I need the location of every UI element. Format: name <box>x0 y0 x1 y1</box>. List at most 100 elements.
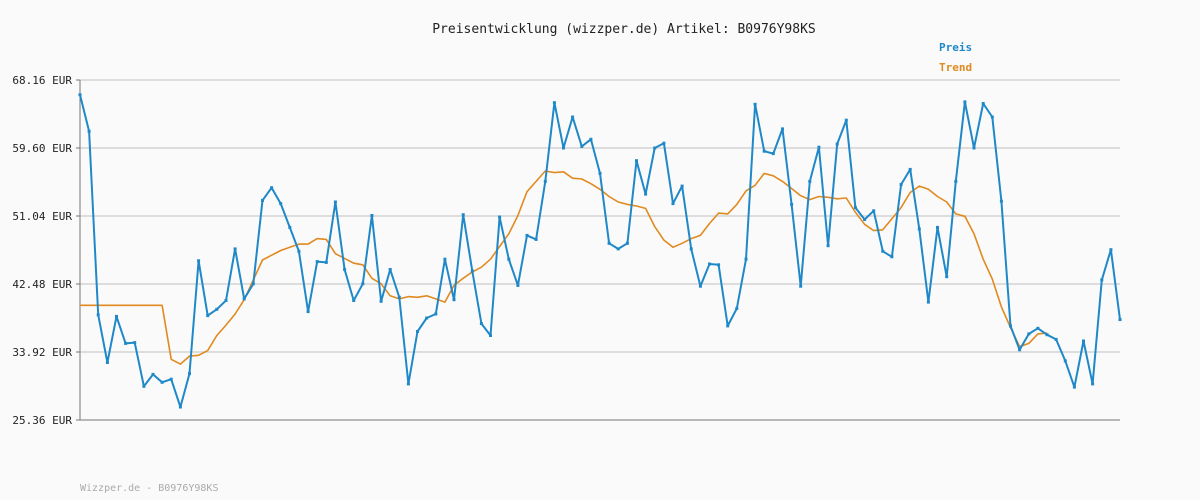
data-point-preis <box>635 159 638 163</box>
data-point-preis <box>224 299 228 302</box>
data-point-preis <box>297 249 301 253</box>
data-point-preis <box>863 218 867 221</box>
data-point-preis <box>671 202 675 206</box>
price-chart: Preisentwicklung (wizzper.de) Artikel: B… <box>12 22 1122 494</box>
data-point-preis <box>562 146 565 150</box>
data-point-preis <box>726 324 730 328</box>
data-point-preis <box>160 380 164 384</box>
data-point-preis <box>270 186 274 190</box>
data-point-preis <box>261 198 264 202</box>
data-point-preis <box>142 384 146 388</box>
data-point-preis <box>379 299 383 303</box>
data-point-preis <box>169 377 173 381</box>
data-point-preis <box>434 312 438 316</box>
data-point-preis <box>333 200 337 204</box>
data-point-preis <box>881 249 885 253</box>
data-point-preis <box>589 137 593 141</box>
data-point-preis <box>735 307 739 310</box>
data-point-preis <box>406 382 410 386</box>
data-point-preis <box>936 225 939 229</box>
data-point-preis <box>662 141 666 145</box>
data-point-preis <box>680 184 684 188</box>
data-point-preis <box>388 268 392 271</box>
data-point-preis <box>908 167 912 171</box>
data-point-preis <box>288 225 292 229</box>
data-point-preis <box>242 297 246 301</box>
data-point-preis <box>917 227 921 231</box>
data-point-preis <box>817 145 821 149</box>
data-point-preis <box>963 100 967 104</box>
footer-watermark: Wizzper.de - B0976Y98KS <box>80 483 218 494</box>
data-point-preis <box>999 199 1003 203</box>
data-point-preis <box>470 269 474 273</box>
data-point-preis <box>425 316 429 320</box>
data-point-preis <box>653 146 657 150</box>
legend-preis: Preis <box>939 41 972 54</box>
data-point-preis <box>698 284 702 288</box>
y-tick-label: 51.04 EUR <box>12 210 72 223</box>
data-point-preis <box>1036 326 1040 330</box>
data-point-preis <box>461 213 465 217</box>
data-point-preis <box>1109 248 1113 252</box>
y-tick-label: 68.16 EUR <box>12 74 72 87</box>
data-point-preis <box>178 405 182 409</box>
data-point-preis <box>790 202 794 206</box>
data-point-preis <box>552 101 556 105</box>
data-point-preis <box>926 300 930 304</box>
data-point-preis <box>717 263 721 267</box>
data-point-preis <box>972 146 976 150</box>
y-axis-ticks: 68.16 EUR 59.60 EUR 51.04 EUR 42.48 EUR 33.9… <box>12 74 80 427</box>
y-tick-label: 25.36 EUR <box>12 414 72 427</box>
data-point-preis <box>1100 278 1104 282</box>
data-point-preis <box>87 129 91 133</box>
data-point-preis <box>853 206 857 210</box>
data-point-preis <box>352 299 356 302</box>
data-point-preis <box>1063 359 1067 363</box>
data-point-preis <box>1045 333 1049 337</box>
data-point-preis <box>1018 348 1022 352</box>
data-point-preis <box>489 334 492 337</box>
data-point-preis <box>498 215 502 219</box>
data-point-preis <box>124 341 128 345</box>
data-point-preis <box>1054 337 1058 341</box>
data-point-preis <box>361 282 365 286</box>
data-point-preis <box>443 257 447 261</box>
series-line-trend <box>80 170 1048 365</box>
data-point-preis <box>543 179 547 183</box>
data-point-preis <box>525 233 529 237</box>
data-point-preis <box>890 255 894 259</box>
legend-trend: Trend <box>939 61 972 74</box>
data-point-preis <box>844 118 848 122</box>
series-line-preis <box>79 94 1121 408</box>
data-point-preis <box>105 361 109 364</box>
data-point-preis <box>1091 382 1095 386</box>
data-point-preis <box>452 298 456 302</box>
data-point-preis <box>96 313 100 317</box>
data-point-preis <box>625 241 629 245</box>
data-point-preis <box>78 93 82 97</box>
data-point-preis <box>607 241 611 245</box>
data-point-preis <box>689 247 693 251</box>
data-point-preis <box>206 314 210 318</box>
data-point-preis <box>233 247 237 251</box>
data-point-preis <box>133 341 137 345</box>
data-point-preis <box>1118 318 1122 322</box>
data-point-preis <box>762 149 766 153</box>
data-point-preis <box>251 282 255 286</box>
data-point-preis <box>990 115 994 119</box>
data-point-preis <box>507 257 511 261</box>
data-point-preis <box>197 259 201 263</box>
y-tick-label: 33.92 EUR <box>12 346 72 359</box>
data-point-preis <box>835 142 839 146</box>
data-point-preis <box>580 144 584 148</box>
y-tick-label: 59.60 EUR <box>12 142 72 155</box>
data-point-preis <box>753 102 757 106</box>
data-point-preis <box>708 262 711 266</box>
data-point-preis <box>644 192 648 196</box>
data-point-preis <box>981 102 985 105</box>
chart-title: Preisentwicklung (wizzper.de) Artikel: B… <box>432 22 816 37</box>
series <box>78 93 1122 409</box>
data-point-preis <box>899 183 903 186</box>
data-point-preis <box>872 209 876 213</box>
data-point-preis <box>781 127 784 131</box>
